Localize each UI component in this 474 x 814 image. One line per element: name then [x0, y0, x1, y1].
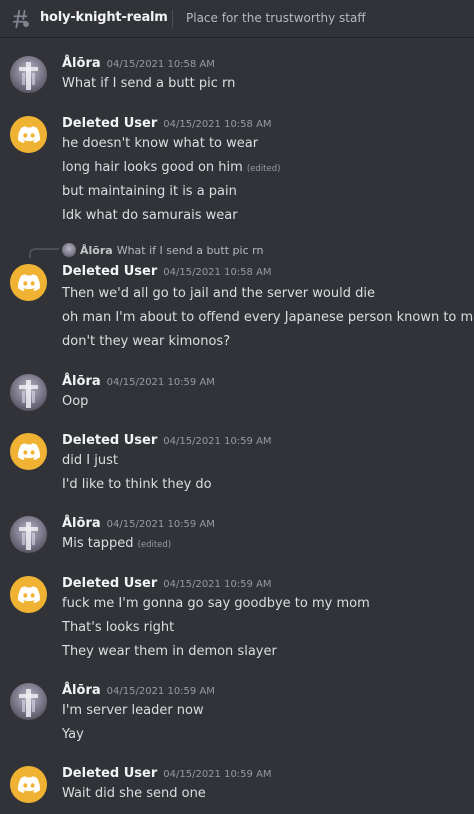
avatar[interactable] [10, 374, 47, 411]
message-text: Yay [62, 727, 84, 742]
header-divider [172, 10, 173, 28]
reply-avatar [62, 243, 76, 257]
reply-text: What if I send a butt pic rn [116, 243, 264, 257]
timestamp: 04/15/2021 10:59 AM [106, 519, 215, 530]
user-photo-icon [19, 380, 38, 408]
timestamp: 04/15/2021 10:58 AM [163, 267, 272, 278]
avatar[interactable] [10, 576, 47, 613]
message-text: but maintaining it is a pain [62, 184, 237, 199]
message-text: he doesn't know what to wear [62, 136, 259, 151]
discord-logo-icon [17, 586, 40, 603]
avatar[interactable] [10, 766, 47, 803]
message-text: fuck me I'm gonna go say goodbye to my m… [62, 596, 370, 611]
username[interactable]: Deleted User 04/15/2021 10:58 AM [62, 116, 272, 131]
edited-tag: (edited) [246, 164, 281, 174]
message-text: long hair looks good on him (edited) [62, 160, 281, 175]
reply-author: Ålōra [80, 243, 113, 257]
avatar[interactable] [10, 56, 47, 93]
username[interactable]: Deleted User 04/15/2021 10:59 AM [62, 766, 272, 781]
username[interactable]: Ålōra 04/15/2021 10:59 AM [62, 516, 215, 531]
message-text: Mis tapped (edited) [62, 536, 172, 551]
discord-logo-icon [17, 126, 40, 143]
username[interactable]: Ålōra 04/15/2021 10:59 AM [62, 683, 215, 698]
message-text: That's looks right [62, 620, 175, 635]
message-text: Wait did she send one [62, 786, 206, 801]
message-text: I'd like to think they do [62, 477, 212, 492]
message-text: Idk what do samurais wear [62, 208, 238, 223]
threads-hash-icon [12, 9, 29, 29]
timestamp: 04/15/2021 10:59 AM [163, 579, 272, 590]
timestamp: 04/15/2021 10:58 AM [106, 59, 215, 70]
timestamp: 04/15/2021 10:58 AM [163, 119, 272, 130]
username[interactable]: Deleted User 04/15/2021 10:59 AM [62, 576, 272, 591]
discord-logo-icon [17, 274, 40, 291]
timestamp: 04/15/2021 10:59 AM [106, 686, 215, 697]
reply-preview[interactable]: Ålōra What if I send a butt pic rn [62, 243, 263, 257]
user-photo-icon [19, 689, 38, 717]
message-text: Oop [62, 394, 89, 409]
edited-tag: (edited) [137, 540, 172, 550]
avatar[interactable] [10, 516, 47, 553]
message-text: did I just [62, 453, 118, 468]
timestamp: 04/15/2021 10:59 AM [163, 769, 272, 780]
message-text: don't they wear kimonos? [62, 334, 231, 349]
message-text: oh man I'm about to offend every Japanes… [62, 310, 474, 325]
discord-logo-icon [17, 443, 40, 460]
channel-header: holy-knight-realm Place for the trustwor… [0, 0, 474, 38]
user-photo-icon [19, 62, 38, 90]
avatar[interactable] [10, 683, 47, 720]
message-text: They wear them in demon slayer [62, 644, 277, 659]
channel-name[interactable]: holy-knight-realm [40, 10, 168, 25]
discord-logo-icon [17, 776, 40, 793]
message-text: Then we'd all go to jail and the server … [62, 286, 375, 301]
username[interactable]: Ålōra 04/15/2021 10:58 AM [62, 56, 215, 71]
timestamp: 04/15/2021 10:59 AM [106, 377, 215, 388]
username[interactable]: Deleted User 04/15/2021 10:58 AM [62, 264, 272, 279]
username[interactable]: Ålōra 04/15/2021 10:59 AM [62, 374, 215, 389]
username[interactable]: Deleted User 04/15/2021 10:59 AM [62, 433, 272, 448]
avatar[interactable] [10, 264, 47, 301]
message-text: What if I send a butt pic rn [62, 76, 236, 91]
user-photo-icon [19, 522, 38, 550]
avatar[interactable] [10, 116, 47, 153]
timestamp: 04/15/2021 10:59 AM [163, 436, 272, 447]
channel-topic[interactable]: Place for the trustworthy staff [186, 11, 366, 25]
reply-spine [29, 248, 59, 258]
avatar[interactable] [10, 433, 47, 470]
message-text: I'm server leader now [62, 703, 204, 718]
